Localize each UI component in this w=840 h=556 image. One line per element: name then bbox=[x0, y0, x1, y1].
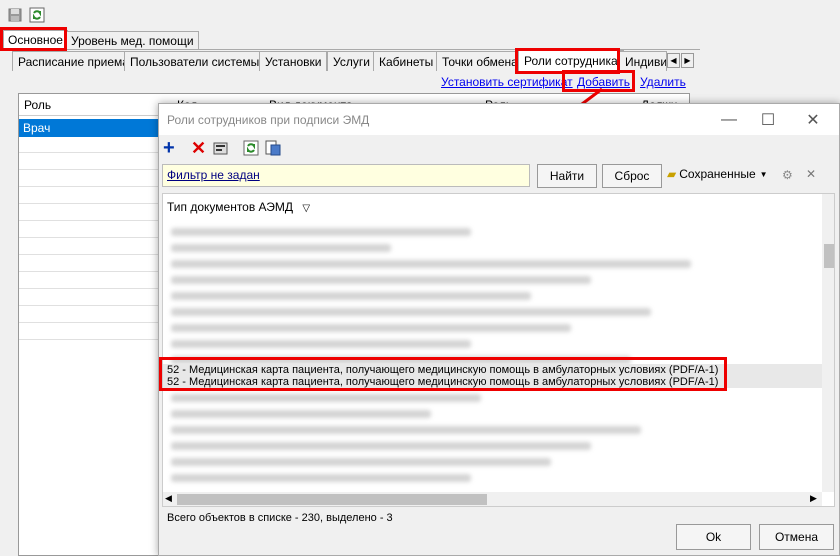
list-item-selected[interactable]: 52 - Медицинская карта пациента, получаю… bbox=[163, 376, 822, 388]
employee-roles-dialog: Роли сотрудников при подписи ЭМД — ☐ ✕ +… bbox=[158, 103, 840, 556]
refresh-icon[interactable] bbox=[243, 140, 259, 159]
list-header[interactable]: Тип документов АЭМД ▽ bbox=[167, 200, 310, 214]
tab-scroll-right-icon[interactable]: ▶ bbox=[681, 53, 694, 68]
clear-filter-icon[interactable]: ✕ bbox=[806, 167, 816, 181]
tab-exchange-points[interactable]: Точки обмена bbox=[436, 51, 524, 71]
col-role[interactable]: Роль bbox=[24, 98, 51, 112]
list-header-label: Тип документов АЭМД bbox=[167, 200, 294, 214]
horizontal-scrollbar[interactable]: ◀ ▶ bbox=[163, 492, 822, 506]
dialog-toolbar: + ✕ bbox=[159, 135, 839, 161]
add-icon[interactable]: + bbox=[163, 138, 175, 158]
vertical-scrollbar[interactable] bbox=[822, 194, 834, 492]
export-icon[interactable] bbox=[265, 140, 281, 159]
grid-row-selected[interactable]: Врач bbox=[19, 119, 173, 137]
filter-settings-icon[interactable]: ⚙ bbox=[782, 168, 793, 182]
reset-button[interactable]: Сброс bbox=[602, 164, 662, 188]
maximize-icon[interactable]: ☐ bbox=[746, 104, 790, 135]
saved-filters-dropdown[interactable]: ▰ Сохраненные ▼ bbox=[667, 167, 768, 181]
scroll-right-icon[interactable]: ▶ bbox=[810, 493, 817, 504]
sort-down-icon[interactable]: ▽ bbox=[302, 203, 310, 214]
refresh-icon[interactable] bbox=[28, 6, 46, 24]
tab-settings[interactable]: Установки bbox=[259, 51, 328, 71]
tab-basic[interactable]: Основное bbox=[3, 30, 68, 50]
vertical-scroll-thumb[interactable] bbox=[824, 244, 834, 268]
list-item-selected[interactable]: 52 - Медицинская карта пациента, получаю… bbox=[163, 364, 822, 376]
filter-text[interactable]: Фильтр не задан bbox=[167, 168, 260, 182]
tab-system-users[interactable]: Пользователи системы bbox=[124, 51, 266, 71]
saved-label: Сохраненные bbox=[679, 167, 756, 181]
document-type-list[interactable]: Тип документов АЭМД ▽ 52 - Медицинская к… bbox=[162, 193, 835, 507]
tab-individual[interactable]: Индивид bbox=[619, 51, 667, 71]
folder-icon: ▰ bbox=[667, 167, 677, 181]
tab-care-level[interactable]: Уровень мед. помощи bbox=[66, 31, 199, 51]
ok-button[interactable]: Ok bbox=[676, 524, 751, 550]
scroll-left-icon[interactable]: ◀ bbox=[165, 493, 172, 504]
tab-scroll-left-icon[interactable]: ◀ bbox=[667, 53, 680, 68]
tab-schedule[interactable]: Расписание приема bbox=[12, 51, 135, 71]
status-bar-text: Всего объектов в списке - 230, выделено … bbox=[167, 512, 393, 524]
save-icon[interactable] bbox=[6, 6, 24, 24]
main-toolbar bbox=[0, 0, 840, 30]
delete-link[interactable]: Удалить bbox=[640, 75, 686, 89]
chevron-down-icon: ▼ bbox=[759, 169, 768, 179]
dialog-titlebar: Роли сотрудников при подписи ЭМД — ☐ ✕ bbox=[159, 104, 839, 135]
tab-services[interactable]: Услуги bbox=[327, 51, 376, 71]
tab-cabinets[interactable]: Кабинеты bbox=[373, 51, 440, 71]
find-button[interactable]: Найти bbox=[537, 164, 597, 188]
properties-icon[interactable] bbox=[213, 140, 229, 159]
cancel-button[interactable]: Отмена bbox=[759, 524, 834, 550]
horizontal-scroll-thumb[interactable] bbox=[177, 494, 487, 505]
tab-employee-roles[interactable]: Роли сотрудника bbox=[518, 50, 624, 72]
minimize-icon[interactable]: — bbox=[707, 104, 751, 135]
close-icon[interactable]: ✕ bbox=[791, 104, 835, 135]
filter-field[interactable]: Фильтр не задан bbox=[162, 164, 530, 187]
delete-icon[interactable]: ✕ bbox=[191, 139, 206, 157]
dialog-title: Роли сотрудников при подписи ЭМД bbox=[167, 113, 370, 127]
